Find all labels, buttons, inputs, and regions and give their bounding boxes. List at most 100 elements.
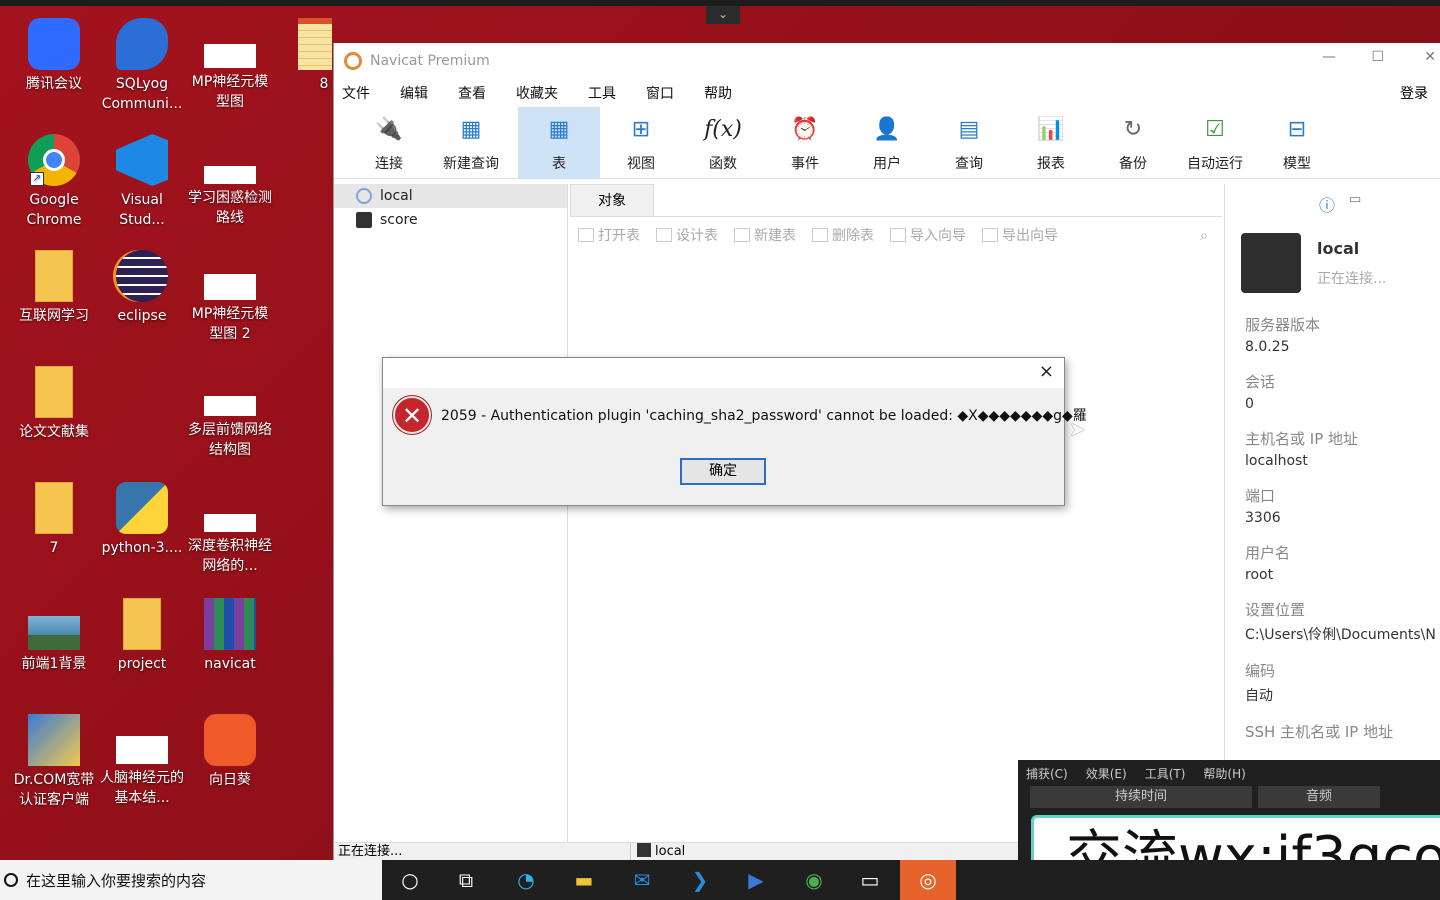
menu-view[interactable]: 查看 [458,83,486,103]
ok-button[interactable]: 确定 [680,458,766,485]
desktop-icon-tencent-meeting[interactable]: 腾讯会议 [10,18,98,94]
object-tabbar: 对象 [570,184,1222,217]
dialog-close-icon[interactable]: × [1039,361,1054,382]
desktop-icon-mp-model-2[interactable]: MP神经元模型图 2 [186,250,274,344]
toolbar-event[interactable]: ⏰ 事件 [764,107,846,179]
window-title: Navicat Premium [370,53,490,69]
tab-objects[interactable]: 对象 [570,184,654,217]
login-link[interactable]: 登录 [1400,83,1428,103]
terminal-icon[interactable]: ▭ [842,860,898,900]
delete-table-button[interactable]: 删除表 [812,225,874,245]
menu-window[interactable]: 窗口 [646,83,674,103]
toolbar-new-query[interactable]: ▦ 新建查询 [430,107,512,179]
toolbar-connect[interactable]: 🔌 连接 [348,107,430,179]
eclipse-icon [116,250,168,302]
desktop-icon-chrome[interactable]: ↗ Google Chrome [10,134,98,230]
desktop-icon-sunlogin[interactable]: 向日葵 [186,714,274,790]
toolbar-automation[interactable]: ☑ 自动运行 [1174,107,1256,179]
recorder-menu-capture[interactable]: 捕获(C) [1026,765,1068,782]
toolbar-view[interactable]: ⊞ 视图 [600,107,682,179]
backup-icon: ↻ [1123,117,1143,142]
status-connection-tab[interactable]: local [630,843,685,861]
toolbar-query[interactable]: ▤ 查询 [928,107,1010,179]
notepad-icon [298,18,332,70]
object-pane: 对象 打开表 设计表 新建表 删除表 导入向导 导出向导 ⌕ [570,184,1222,842]
toolbar-function[interactable]: f(x) 函数 [682,107,764,179]
prop-port: 端口 3306 [1245,487,1281,526]
cortana-icon[interactable]: ○ [382,860,438,900]
toolbar-report[interactable]: 📊 报表 [1010,107,1092,179]
desktop-icon-folder-papers[interactable]: 论文文献集 [10,366,98,442]
folder-icon [123,598,161,650]
error-icon: ✕ [393,396,431,434]
info-icon[interactable]: ⓘ [1319,192,1335,216]
task-view-icon[interactable]: ⧉ [438,860,494,900]
sunlogin-icon [204,714,256,766]
toolbar-user[interactable]: 👤 用户 [846,107,928,179]
file-explorer-icon[interactable]: ▬ [556,860,612,900]
image-file-icon [204,274,256,300]
navicat-icon[interactable]: ◎ [900,860,956,900]
powershell-icon[interactable]: ▶ [728,860,784,900]
desktop-icon-python[interactable]: python-3.... [98,482,186,558]
desktop-icon-feedforward[interactable]: 多层前馈网络结构图 [186,366,274,460]
open-table-button[interactable]: 打开表 [578,225,640,245]
desktop-icon-folder-7[interactable]: 7 [10,482,98,558]
recorder-menu-help[interactable]: 帮助(H) [1203,765,1245,782]
tree-item-score[interactable]: score [334,208,567,232]
mail-icon[interactable]: ✉ [614,860,670,900]
desktop-icon-eclipse[interactable]: eclipse [98,250,186,326]
import-icon [890,228,906,242]
tree-item-local[interactable]: local [334,184,567,208]
desktop-icon-mp-model[interactable]: MP神经元模型图 [186,18,274,112]
toolbar-model[interactable]: ⊟ 模型 [1256,107,1338,179]
toolbar: 🔌 连接 ▦ 新建查询 ▦ 表 ⊞ 视图 f(x) 函数 ⏰ 事件 👤 用户 ▤ 查询 📊 报表 … [334,106,1440,179]
menu-favorites[interactable]: 收藏夹 [516,83,558,103]
chrome-icon[interactable]: ◉ [786,860,842,900]
shortcut-arrow-icon: ↗ [30,172,44,186]
image-file-icon [204,396,256,416]
desktop-icon-project[interactable]: project [98,598,186,674]
sqlyog-icon [116,18,168,70]
prop-ssh-host: SSH 主机名或 IP 地址 [1245,723,1394,741]
menu-file[interactable]: 文件 [342,83,370,103]
menu-help[interactable]: 帮助 [704,83,732,103]
menu-edit[interactable]: 编辑 [400,83,428,103]
desktop-icon-navicat-rar[interactable]: navicat [186,598,274,674]
export-wizard-button[interactable]: 导出向导 [982,225,1058,245]
edge-icon[interactable]: ◔ [498,860,554,900]
search-icon[interactable]: ⌕ [1200,228,1208,244]
desktop-icon-sqlyog[interactable]: SQLyog Communi... [98,18,186,114]
toolbar-table[interactable]: ▦ 表 [518,106,600,179]
chevron-down-icon[interactable]: ⌄ [706,6,740,24]
taskbar-search[interactable]: 在这里输入你要搜索的内容 [0,860,382,900]
desktop-icon-cnn[interactable]: 深度卷积神经网络的... [186,482,274,576]
ddl-icon[interactable]: ▭ [1349,192,1361,207]
desktop-icon-drcom[interactable]: Dr.COM宽带认证客户端 [10,714,98,810]
navicat-logo-icon [344,52,362,70]
winrar-icon [204,598,256,650]
close-window-icon[interactable]: ✕ [1424,49,1436,65]
import-wizard-button[interactable]: 导入向导 [890,225,966,245]
folder-icon [35,366,73,418]
desktop-icon-frontend-bg[interactable]: 前端1背景 [10,598,98,674]
minimize-icon[interactable]: — [1322,49,1336,65]
folder-icon [35,250,73,302]
desktop-icon-learning-route[interactable]: 学习困惑检测路线 [186,134,274,228]
menu-tools[interactable]: 工具 [588,83,616,103]
recorder-audio-column: 音频 [1258,786,1380,808]
info-pane: ⓘ ▭ local 正在连接... 服务器版本 8.0.25 会话 0 主机名或 I… [1224,184,1440,842]
maximize-icon[interactable]: ☐ [1371,49,1384,65]
design-table-button[interactable]: 设计表 [656,225,718,245]
toolbar-backup[interactable]: ↻ 备份 [1092,107,1174,179]
recorder-menu-tools[interactable]: 工具(T) [1145,765,1186,782]
query-icon: ▤ [958,117,980,142]
desktop-icon-neuron[interactable]: 人脑神经元的基本结... [98,714,186,808]
desktop-icon-vscode[interactable]: Visual Stud... [98,134,186,230]
new-table-button[interactable]: 新建表 [734,225,796,245]
desktop-icon-folder-internet[interactable]: 互联网学习 [10,250,98,326]
event-clock-icon: ⏰ [791,117,819,142]
recorder-menu-effects[interactable]: 效果(E) [1086,765,1127,782]
function-icon: f(x) [704,117,742,142]
vscode-icon[interactable]: ❯ [672,860,728,900]
